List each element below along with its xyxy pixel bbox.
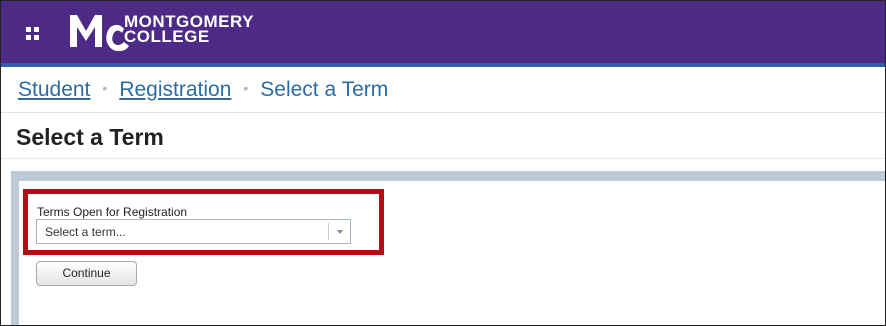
grid-icon[interactable] xyxy=(26,27,40,41)
highlight-annotation-box xyxy=(23,189,384,255)
app-window: MONTGOMERY COLLEGE Student • Registration •… xyxy=(0,0,886,326)
breadcrumb-current: Select a Term xyxy=(260,78,389,101)
header-accent-stripe xyxy=(1,63,885,67)
montgomery-college-logo[interactable]: MONTGOMERY COLLEGE xyxy=(68,9,308,55)
divider xyxy=(1,112,885,113)
page-title: Select a Term xyxy=(16,124,164,150)
breadcrumb-separator: • xyxy=(243,80,249,96)
breadcrumb-link-student[interactable]: Student xyxy=(18,78,90,101)
divider xyxy=(1,158,885,159)
breadcrumb: Student • Registration • Select a Term xyxy=(18,77,388,103)
top-header-bar: MONTGOMERY COLLEGE xyxy=(1,1,885,63)
continue-button[interactable]: Continue xyxy=(36,261,137,286)
logo-text-line2: COLLEGE xyxy=(124,27,210,46)
breadcrumb-separator: • xyxy=(102,80,108,96)
breadcrumb-link-registration[interactable]: Registration xyxy=(119,78,231,101)
